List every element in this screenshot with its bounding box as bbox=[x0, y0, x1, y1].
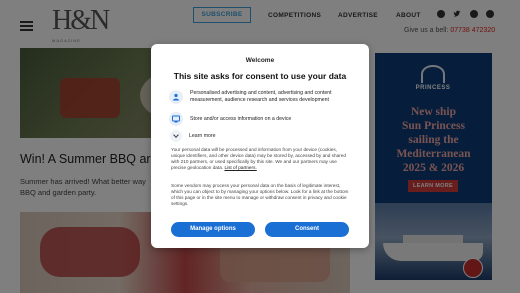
learn-more-link[interactable]: Learn more bbox=[189, 133, 216, 139]
purpose-device-storage: Store and/or access information on a dev… bbox=[169, 112, 359, 126]
legitimate-interest-text: Some vendors may process your personal d… bbox=[171, 183, 349, 206]
device-icon bbox=[169, 112, 183, 126]
dialog-title: This site asks for consent to use your d… bbox=[173, 71, 347, 81]
dialog-welcome: Welcome bbox=[245, 57, 275, 64]
purpose-text: Personalised advertising and content, ad… bbox=[190, 90, 332, 103]
purpose-personalised-ads: Personalised advertising and content, ad… bbox=[169, 90, 359, 110]
partners-link[interactable]: List of partners. bbox=[224, 165, 256, 170]
consent-description-text: Your personal data will be processed and… bbox=[171, 147, 347, 170]
consent-dialog: Welcome This site asks for consent to us… bbox=[151, 44, 369, 248]
consent-description: Your personal data will be processed and… bbox=[171, 147, 351, 171]
consent-button[interactable]: Consent bbox=[265, 222, 349, 237]
manage-options-button[interactable]: Manage options bbox=[171, 222, 255, 237]
purpose-text: Store and/or access information on a dev… bbox=[190, 116, 292, 122]
person-icon bbox=[169, 90, 183, 104]
chevron-down-icon[interactable] bbox=[170, 130, 182, 142]
